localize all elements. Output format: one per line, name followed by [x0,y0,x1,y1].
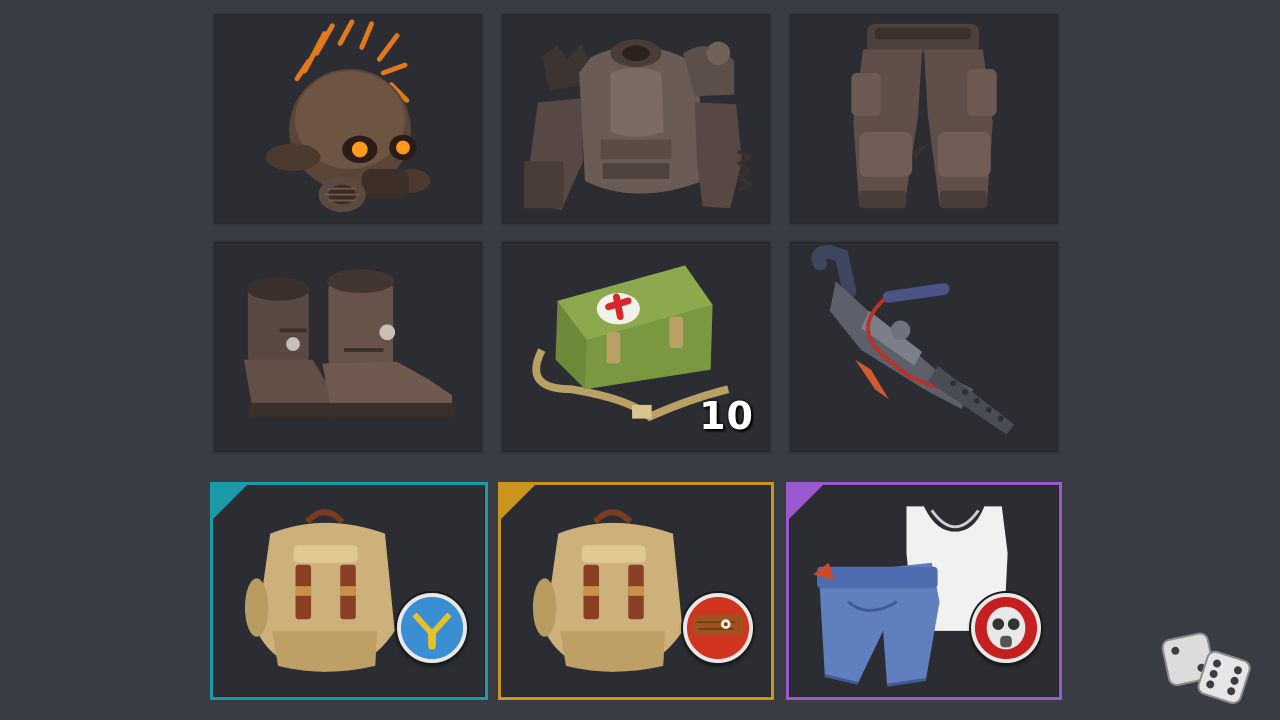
slot-backpack-teal[interactable] [210,482,488,700]
boots-icon [243,269,456,417]
clothing-set-icon [813,506,1008,687]
slot-medkit[interactable]: 10 [500,240,772,454]
slot-clothing-purple[interactable] [786,482,1062,700]
dice-icon[interactable] [1160,628,1256,708]
zipper-icon [397,593,467,663]
inventory-grid: 10 [0,0,1280,720]
armor-pants-icon [851,23,997,209]
slot-backpack-gold[interactable] [498,482,774,700]
flamethrower-icon [811,244,1015,435]
gas-mask-icon [971,593,1041,663]
wood-plank-icon [683,593,753,663]
slot-boots[interactable] [212,240,484,454]
backpack-icon [244,509,395,672]
slot-pants[interactable] [788,12,1060,226]
item-quantity: 10 [699,394,754,438]
slot-armor[interactable] [500,12,772,226]
armor-vest-icon [524,39,754,211]
backpack-icon [532,509,683,672]
skull-helmet-icon [265,19,431,213]
slot-helmet[interactable] [212,12,484,226]
slot-weapon[interactable] [788,240,1060,454]
